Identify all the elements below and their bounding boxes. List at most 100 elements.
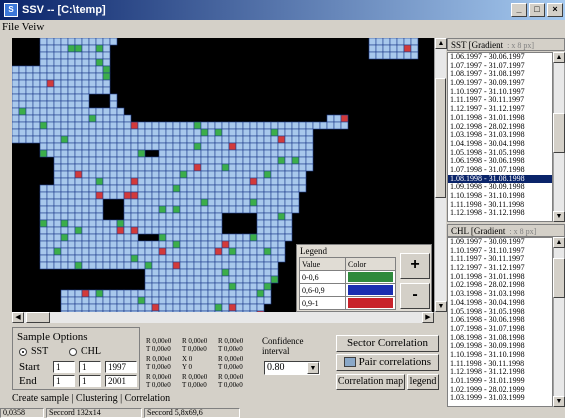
map-cell[interactable]: [284, 205, 293, 214]
map-cell[interactable]: [228, 282, 237, 291]
map-cell[interactable]: [256, 289, 265, 298]
map-cell[interactable]: [256, 268, 265, 277]
map-cell[interactable]: [207, 296, 216, 305]
map-cell[interactable]: [284, 170, 293, 179]
map-cell[interactable]: [270, 128, 279, 137]
map-cell[interactable]: [277, 163, 286, 172]
map-cell[interactable]: [95, 86, 104, 95]
map-cell[interactable]: [137, 219, 146, 228]
map-cell[interactable]: [221, 275, 230, 284]
map-cell[interactable]: [144, 142, 153, 151]
map-cell[interactable]: [81, 86, 90, 95]
map-cell[interactable]: [214, 247, 223, 256]
map-cell[interactable]: [235, 121, 244, 130]
map-cell[interactable]: [256, 233, 265, 242]
map-cell[interactable]: [165, 170, 174, 179]
map-cell[interactable]: [137, 177, 146, 186]
map-cell[interactable]: [179, 170, 188, 179]
map-cell[interactable]: [60, 135, 69, 144]
map-cell[interactable]: [172, 233, 181, 242]
pair-correlations-button[interactable]: Pair correlations: [336, 354, 439, 371]
map-cell[interactable]: [193, 247, 202, 256]
map-cell[interactable]: [263, 268, 272, 277]
map-cell[interactable]: [256, 170, 265, 179]
map-cell[interactable]: [123, 226, 132, 235]
map-cell[interactable]: [81, 121, 90, 130]
map-cell[interactable]: [109, 107, 118, 116]
map-cell[interactable]: [172, 128, 181, 137]
map-cell[interactable]: [298, 142, 307, 151]
map-cell[interactable]: [158, 296, 167, 305]
map-cell[interactable]: [130, 135, 139, 144]
map-cell[interactable]: [151, 205, 160, 214]
map-cell[interactable]: [130, 254, 139, 263]
map-cell[interactable]: [200, 121, 209, 130]
map-cell[interactable]: [207, 163, 216, 172]
scroll-up-icon[interactable]: ▲: [435, 38, 447, 49]
map-cell[interactable]: [130, 142, 139, 151]
map-cell[interactable]: [95, 303, 104, 312]
map-cell[interactable]: [67, 100, 76, 109]
map-cell[interactable]: [67, 254, 76, 263]
map-cell[interactable]: [53, 198, 62, 207]
map-cell[interactable]: [277, 205, 286, 214]
map-cell[interactable]: [102, 177, 111, 186]
map-cell[interactable]: [193, 121, 202, 130]
scroll-left-icon[interactable]: ◀: [12, 312, 24, 323]
map-cell[interactable]: [172, 156, 181, 165]
scroll-right-icon[interactable]: ▶: [422, 312, 434, 323]
map-cell[interactable]: [67, 261, 76, 270]
map-cell[interactable]: [298, 121, 307, 130]
map-cell[interactable]: [46, 240, 55, 249]
map-cell[interactable]: [249, 261, 258, 270]
map-cell[interactable]: [165, 135, 174, 144]
map-cell[interactable]: [151, 163, 160, 172]
map-cell[interactable]: [102, 247, 111, 256]
map-cell[interactable]: [277, 128, 286, 137]
map-cell[interactable]: [102, 128, 111, 137]
map-cell[interactable]: [186, 296, 195, 305]
map-cell[interactable]: [151, 226, 160, 235]
map-cell[interactable]: [88, 128, 97, 137]
map-cell[interactable]: [200, 247, 209, 256]
map-cell[interactable]: [284, 219, 293, 228]
map-cell[interactable]: [277, 135, 286, 144]
scroll-thumb[interactable]: [435, 78, 446, 198]
map-cell[interactable]: [116, 156, 125, 165]
map-cell[interactable]: [88, 107, 97, 116]
map-cell[interactable]: [46, 121, 55, 130]
map-cell[interactable]: [151, 121, 160, 130]
map-cell[interactable]: [81, 135, 90, 144]
map-cell[interactable]: [256, 261, 265, 270]
map-cell[interactable]: [39, 240, 48, 249]
map-cell[interactable]: [228, 289, 237, 298]
map-cell[interactable]: [95, 142, 104, 151]
scroll-down-icon[interactable]: ▼: [435, 301, 447, 312]
map-cell[interactable]: [67, 296, 76, 305]
map-cell[interactable]: [53, 93, 62, 102]
map-cell[interactable]: [74, 100, 83, 109]
map-cell[interactable]: [165, 198, 174, 207]
map-cell[interactable]: [263, 191, 272, 200]
map-cell[interactable]: [137, 170, 146, 179]
map-cell[interactable]: [165, 282, 174, 291]
map-cell[interactable]: [130, 233, 139, 242]
map-cell[interactable]: [193, 191, 202, 200]
map-cell[interactable]: [389, 44, 398, 53]
map-cell[interactable]: [186, 177, 195, 186]
map-cell[interactable]: [53, 86, 62, 95]
map-cell[interactable]: [74, 58, 83, 67]
map-cell[interactable]: [249, 184, 258, 193]
map-cell[interactable]: [256, 128, 265, 137]
map-cell[interactable]: [249, 247, 258, 256]
map-cell[interactable]: [53, 212, 62, 221]
map-cell[interactable]: [186, 303, 195, 312]
map-cell[interactable]: [81, 44, 90, 53]
map-cell[interactable]: [277, 177, 286, 186]
map-cell[interactable]: [165, 219, 174, 228]
map-cell[interactable]: [81, 72, 90, 81]
map-cell[interactable]: [207, 275, 216, 284]
map-cell[interactable]: [81, 149, 90, 158]
map-cell[interactable]: [123, 219, 132, 228]
map-cell[interactable]: [81, 198, 90, 207]
